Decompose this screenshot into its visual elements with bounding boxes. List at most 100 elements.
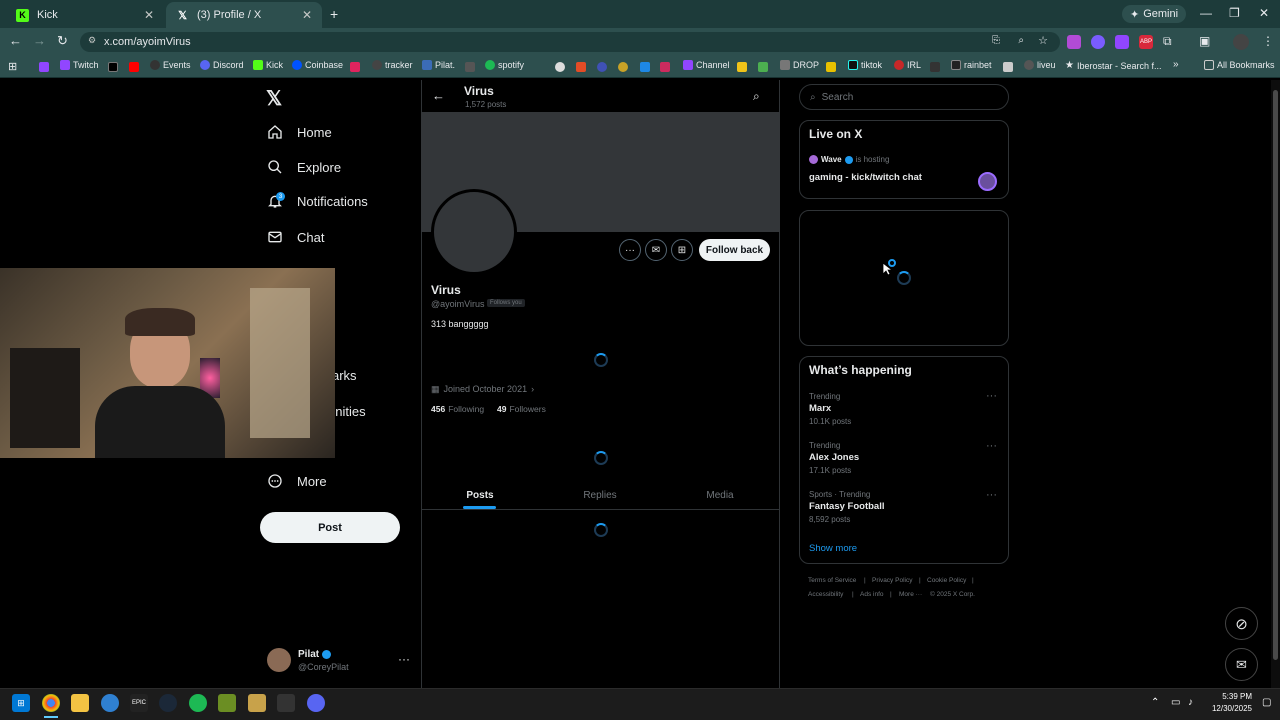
bookmark-pilat[interactable]: Pilat. (422, 60, 455, 70)
extensions-puzzle-icon[interactable]: ⧉ (1163, 34, 1172, 49)
live-avatar[interactable] (978, 172, 997, 191)
youtube-bookmark-icon[interactable] (129, 62, 139, 72)
live-stream-title[interactable]: gaming - kick/twitch chat (809, 172, 922, 183)
close-tab-icon[interactable]: ✕ (302, 8, 312, 22)
message-button[interactable]: ✉ (645, 239, 667, 261)
file-explorer-icon[interactable] (71, 694, 89, 712)
apps-grid-icon[interactable]: ⊞ (8, 60, 17, 73)
bookmark-twitch[interactable]: Twitch (60, 60, 99, 70)
footer-terms[interactable]: Terms of Service (808, 577, 856, 584)
extension-icon[interactable] (1067, 35, 1081, 49)
bookmark-icon[interactable] (660, 62, 670, 72)
trend-name[interactable]: Marx (809, 403, 831, 414)
bookmark-star-icon[interactable]: ☆ (1038, 34, 1048, 47)
site-info-icon[interactable]: ⚙ (88, 35, 96, 46)
tab-kick[interactable]: K Kick ✕ (6, 2, 164, 28)
extension-icon[interactable] (1091, 35, 1105, 49)
scrollbar-thumb[interactable] (1273, 90, 1278, 660)
bookmark-iberostar[interactable]: ★ Iberostar - Search f... (1065, 60, 1162, 71)
spotify-icon[interactable] (189, 694, 207, 712)
bookmark-icon[interactable] (640, 62, 650, 72)
footer-privacy[interactable]: Privacy Policy (872, 577, 912, 584)
trend-more-icon[interactable]: ··· (986, 489, 997, 501)
more-options-button[interactable]: ··· (619, 239, 641, 261)
chrome-icon[interactable] (42, 694, 60, 712)
avatar[interactable] (267, 648, 291, 672)
bookmark-icon[interactable] (826, 62, 836, 72)
messages-drawer-button[interactable]: ✉ (1225, 648, 1258, 681)
notification-center-icon[interactable]: ▢ (1262, 697, 1271, 708)
show-more-link[interactable]: Show more (809, 543, 857, 554)
bookmark-spotify[interactable]: spotify (485, 60, 524, 70)
search-icon[interactable]: ⌕ (753, 89, 760, 104)
bookmark-icon[interactable] (737, 62, 747, 72)
reload-icon[interactable]: ↻ (57, 33, 68, 49)
tab-media[interactable]: Media (660, 480, 780, 510)
clock-time[interactable]: 5:39 PM (1210, 692, 1252, 701)
discord-icon[interactable] (307, 694, 325, 712)
bookmark-icon[interactable] (39, 62, 49, 72)
nav-chat[interactable]: Chat (267, 229, 324, 245)
following-link[interactable]: 456 Following (431, 404, 484, 414)
maximize-icon[interactable]: ❐ (1229, 6, 1240, 20)
nav-explore[interactable]: Explore (267, 159, 341, 175)
bookmark-tiktok[interactable]: tiktok (848, 60, 882, 70)
trend-name[interactable]: Alex Jones (809, 452, 859, 463)
bookmark-events[interactable]: Events (150, 60, 191, 70)
bookmark-coinbase[interactable]: Coinbase (292, 60, 343, 70)
app-icon[interactable] (248, 694, 266, 712)
tab-replies[interactable]: Replies (540, 480, 660, 510)
footer-cookie[interactable]: Cookie Policy (927, 577, 966, 584)
windows-start-icon[interactable]: ⊞ (12, 694, 30, 712)
nav-home[interactable]: Home (267, 124, 332, 140)
adblock-icon[interactable]: ABP (1139, 35, 1153, 49)
more-bookmarks-icon[interactable]: » (1173, 59, 1179, 70)
twitch-extension-icon[interactable] (1115, 35, 1129, 49)
forward-icon[interactable]: → (33, 33, 46, 48)
zoom-icon[interactable]: ⌕ (1018, 35, 1024, 46)
post-button[interactable]: Post (260, 512, 400, 543)
bookmark-icon[interactable] (350, 62, 360, 72)
bookmark-drop[interactable]: DROP (780, 60, 819, 70)
tab-profile-x[interactable]: 𝕏 (3) Profile / X ✕ (166, 2, 322, 28)
app-icon[interactable] (101, 694, 119, 712)
display-icon[interactable]: ▭ (1171, 697, 1180, 708)
tray-chevron-icon[interactable]: ⌃ (1151, 697, 1159, 708)
footer-ads-info[interactable]: Ads info (860, 591, 884, 598)
bookmark-liveu[interactable]: liveu (1024, 60, 1056, 70)
minimize-icon[interactable]: — (1200, 6, 1212, 20)
x-logo-icon[interactable]: 𝕏 (266, 86, 282, 111)
side-panel-icon[interactable]: ▣ (1199, 34, 1210, 48)
bookmark-tracker[interactable]: tracker (372, 60, 413, 70)
profile-avatar[interactable] (431, 189, 517, 275)
bookmark-rainbet[interactable]: rainbet (951, 60, 992, 70)
close-window-icon[interactable]: ✕ (1259, 6, 1269, 20)
search-input[interactable]: ⌕ Search (799, 84, 1009, 110)
new-tab-icon[interactable]: + (330, 6, 338, 22)
subscribe-button[interactable]: ⊞ (671, 239, 693, 261)
chrome-menu-icon[interactable]: ⋮ (1262, 34, 1274, 48)
bookmark-icon[interactable] (597, 62, 607, 72)
bookmark-icon[interactable] (758, 62, 768, 72)
follow-back-button[interactable]: Follow back (699, 239, 770, 261)
live-host-line[interactable]: Wave is hosting (809, 155, 889, 164)
close-tab-icon[interactable]: ✕ (144, 8, 154, 22)
clock-date[interactable]: 12/30/2025 (1207, 704, 1252, 713)
trend-more-icon[interactable]: ··· (986, 390, 997, 402)
app-icon[interactable] (277, 694, 295, 712)
bookmark-icon[interactable] (555, 62, 565, 72)
nav-bookmarks-partial[interactable]: arks (332, 368, 357, 383)
back-icon[interactable]: ← (9, 33, 22, 48)
nav-more[interactable]: More (267, 473, 327, 489)
x-bookmark-icon[interactable] (108, 62, 118, 72)
footer-more[interactable]: More ··· (899, 591, 922, 598)
bookmark-channel[interactable]: Channel (683, 60, 730, 70)
epic-games-icon[interactable]: EPIC (130, 694, 148, 712)
trend-name[interactable]: Fantasy Football (809, 501, 884, 512)
account-switcher[interactable]: Pilat (298, 649, 332, 660)
trend-more-icon[interactable]: ··· (986, 440, 997, 452)
gemini-button[interactable]: ✦ Gemini (1122, 5, 1187, 23)
bookmark-kick[interactable]: Kick (253, 60, 283, 70)
followers-link[interactable]: 49 Followers (497, 404, 546, 414)
bookmark-discord[interactable]: Discord (200, 60, 244, 70)
